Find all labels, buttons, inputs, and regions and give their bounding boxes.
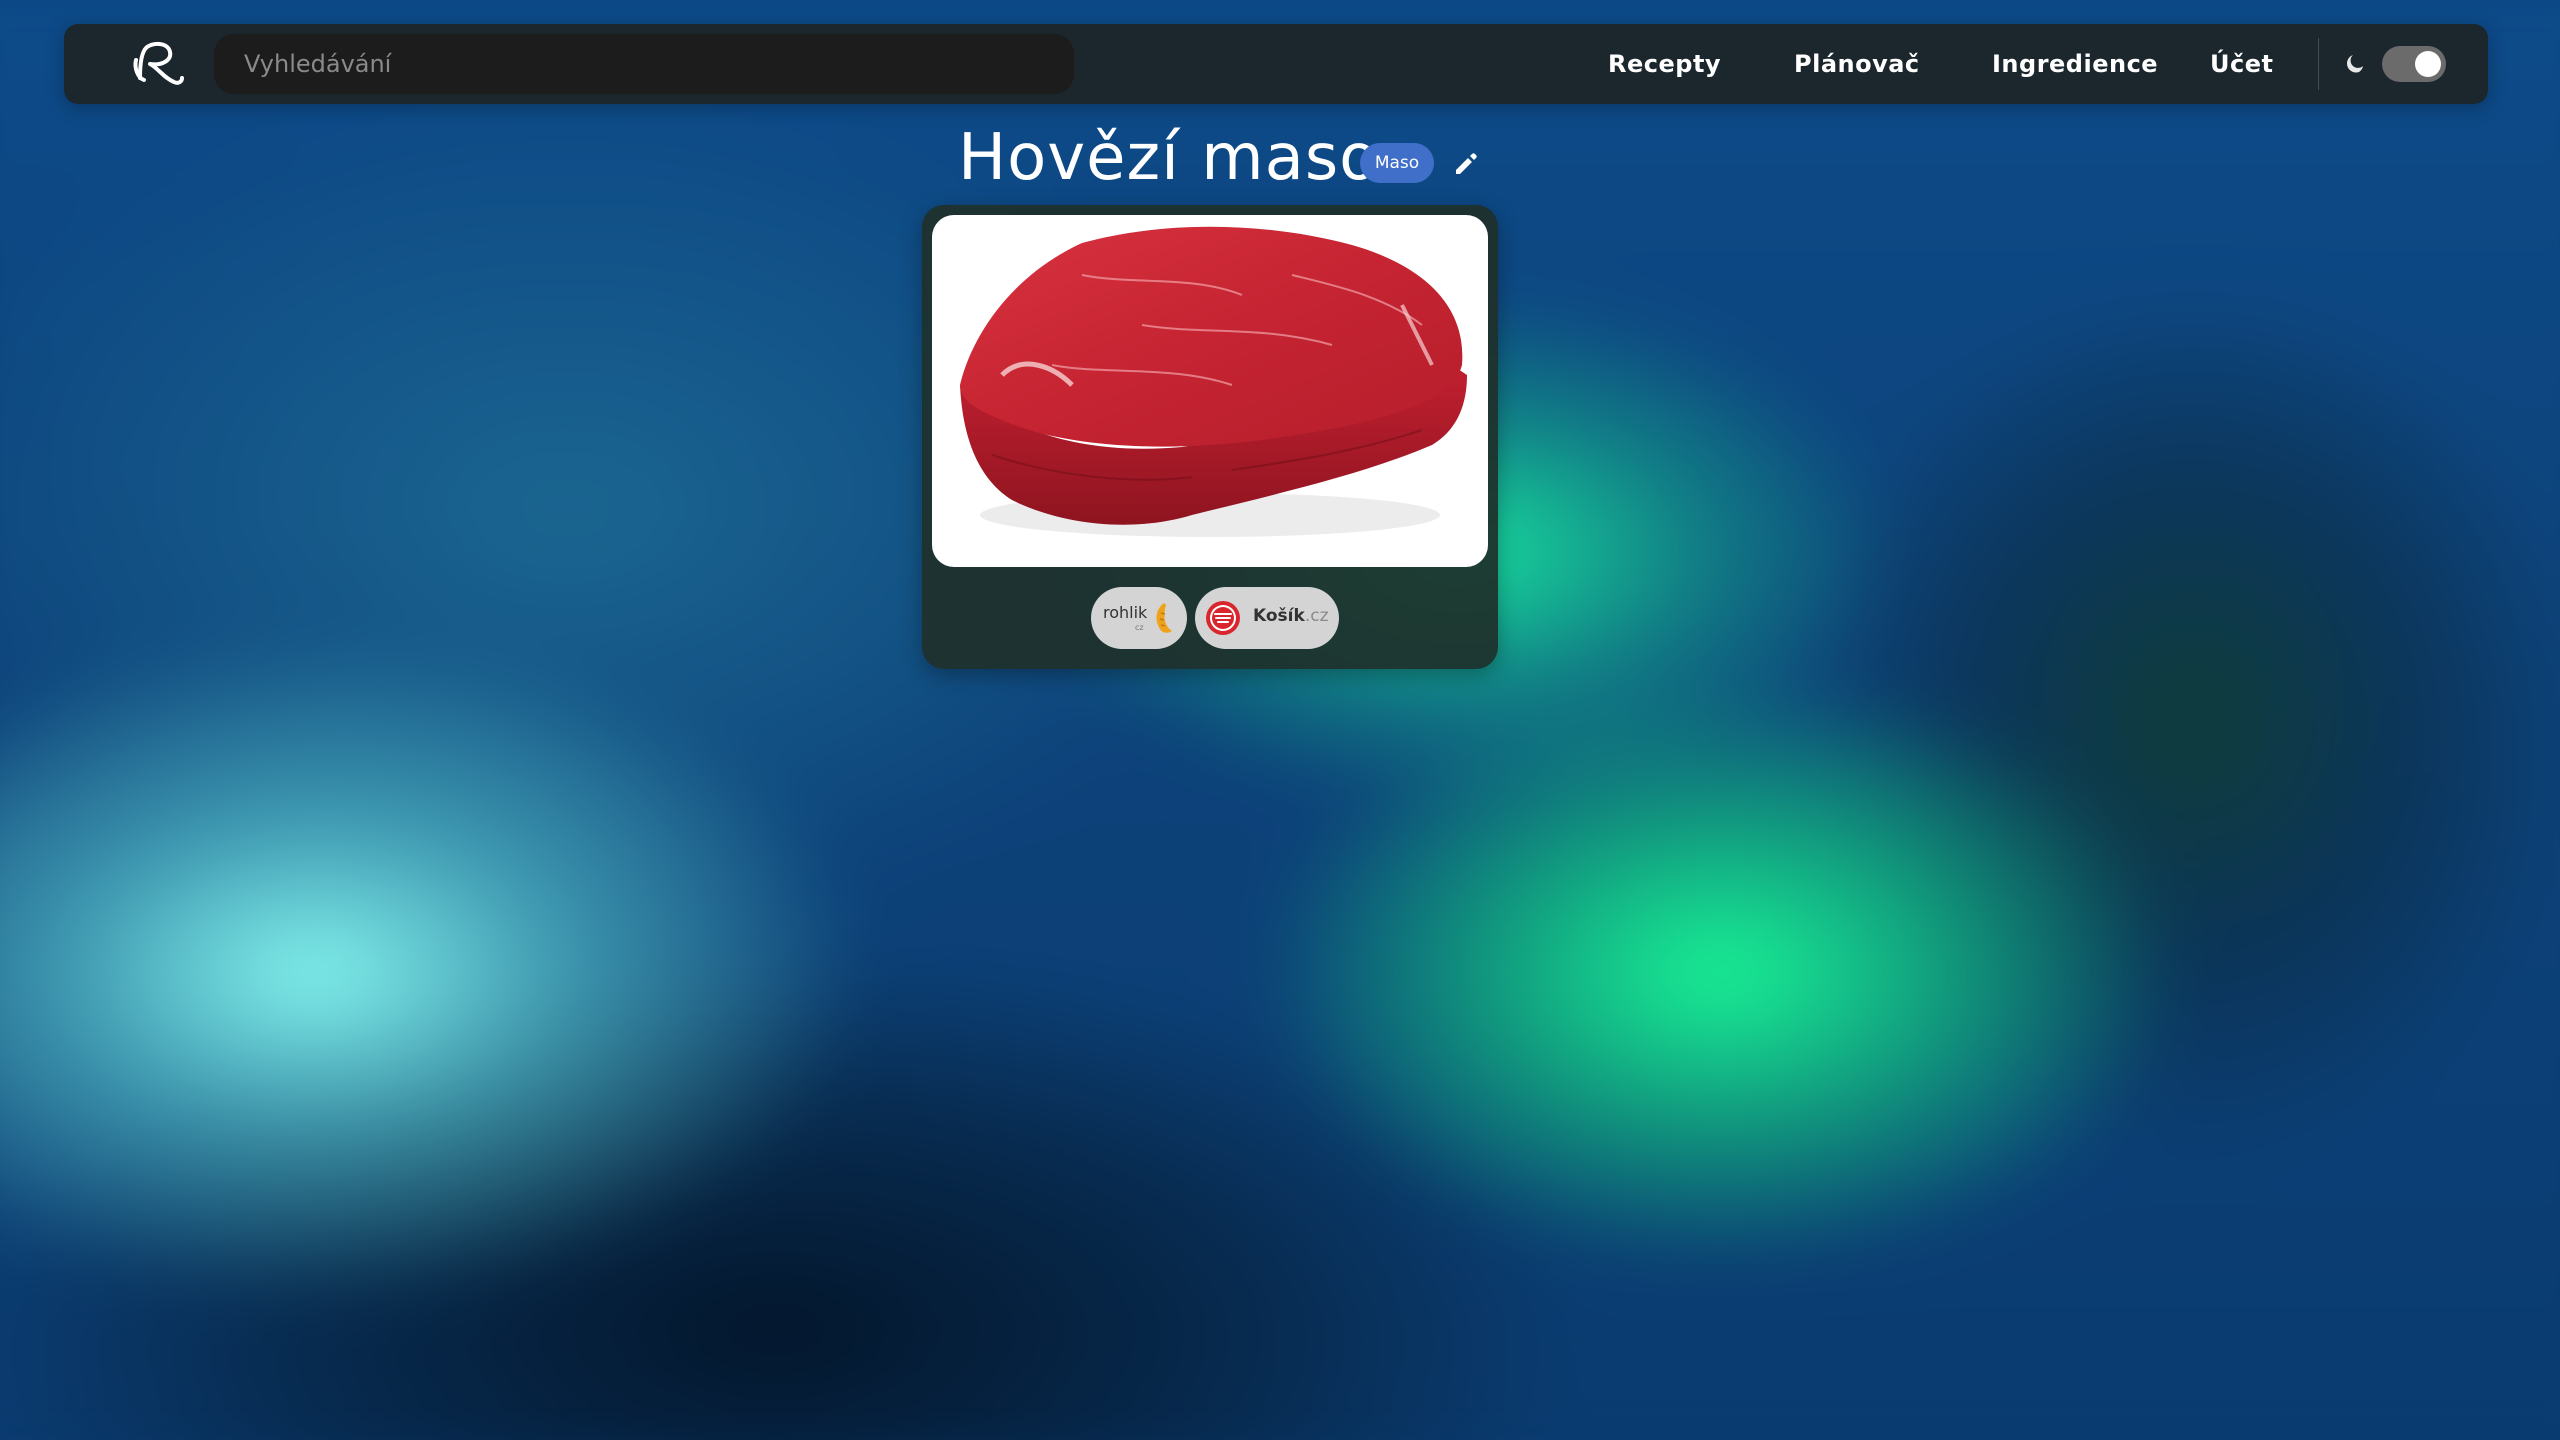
nav-divider [2318, 38, 2319, 90]
ingredient-card: rohlik cz Košík.cz [922, 205, 1498, 669]
ingredient-image [932, 215, 1488, 567]
nav-link-planovac[interactable]: Plánovač [1794, 24, 1920, 104]
search-input[interactable] [214, 34, 1074, 94]
category-badge: Maso [1360, 143, 1434, 183]
kosik-basket-icon [1206, 601, 1240, 635]
toggle-knob [2415, 51, 2441, 77]
dark-mode-toggle[interactable] [2382, 46, 2446, 82]
nav-link-ucet[interactable]: Účet [2210, 24, 2273, 104]
pencil-icon [1456, 153, 1477, 174]
moon-icon [2346, 55, 2363, 73]
cursive-r-logo-icon [133, 41, 184, 85]
rohlik-suffix: cz [1135, 623, 1144, 632]
edit-button[interactable] [1450, 148, 1482, 180]
kosik-shop-button[interactable]: Košík.cz [1195, 587, 1339, 649]
kosik-suffix: .cz [1304, 606, 1329, 626]
nav-link-recepty[interactable]: Recepty [1608, 24, 1721, 104]
croissant-icon [1156, 603, 1172, 633]
kosik-name: Košík [1253, 606, 1305, 626]
rohlik-shop-button[interactable]: rohlik cz [1091, 587, 1187, 649]
raw-beef-steak-image [960, 226, 1467, 537]
app-logo-icon[interactable] [130, 38, 186, 90]
top-navbar: Recepty Plánovač Ingredience Účet [64, 24, 2488, 104]
kosik-label: Košík.cz [1253, 606, 1329, 626]
ingredient-title: Hovězí maso [958, 121, 1380, 195]
rohlik-label: rohlik [1103, 603, 1148, 622]
nav-link-ingredience[interactable]: Ingredience [1992, 24, 2158, 104]
shop-links: rohlik cz Košík.cz [922, 587, 1498, 651]
